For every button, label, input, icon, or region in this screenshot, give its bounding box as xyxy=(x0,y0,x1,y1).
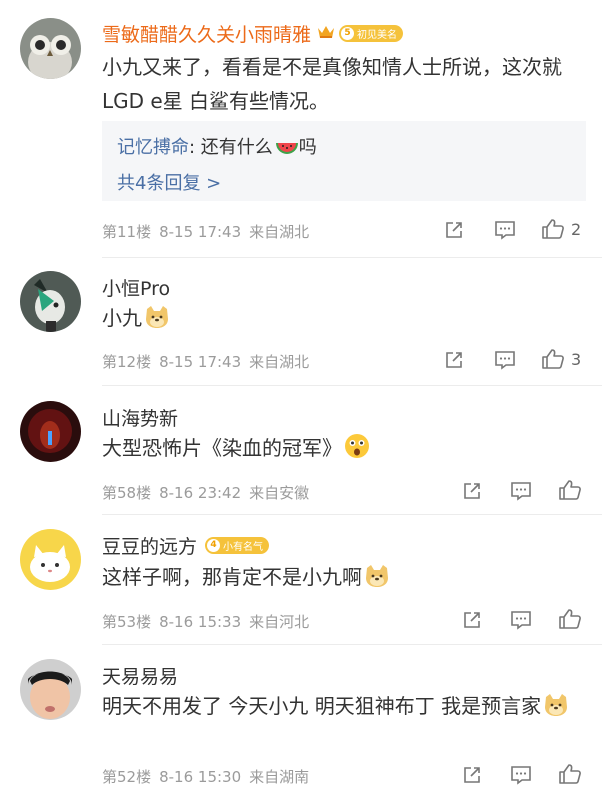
timestamp: 8-15 17:43 xyxy=(159,353,242,371)
avatar[interactable] xyxy=(20,271,81,332)
location: 来自湖南 xyxy=(249,768,310,786)
comment-meta: 第53楼 8-16 15:33 来自河北 xyxy=(102,611,317,632)
doge-emoji xyxy=(543,693,569,727)
timestamp: 8-16 15:33 xyxy=(159,613,242,631)
comment-item: 豆豆的远方 4 小有名气 这样子啊，那肯定不是小九啊 第53楼 8-16 15:3… xyxy=(0,515,602,645)
like-icon xyxy=(559,764,581,784)
timestamp: 8-15 17:43 xyxy=(159,223,242,241)
comment-text: 明天不用发了 今天小九 明天狙神布丁 我是预言家 xyxy=(102,689,580,727)
avatar[interactable] xyxy=(20,18,81,79)
like-count: 3 xyxy=(571,349,582,369)
floor-number: 第58楼 xyxy=(102,484,152,502)
comment-item: 天易易易 明天不用发了 今天小九 明天狙神布丁 我是预言家 第52楼 8-16 1… xyxy=(0,645,602,794)
username[interactable]: 小恒Pro xyxy=(102,274,170,301)
share-button[interactable] xyxy=(462,610,482,630)
comment-item: 山海势新 大型恐怖片《染血的冠军》 第58楼 8-16 23:42 来自安徽 xyxy=(0,386,602,515)
comment-meta: 第58楼 8-16 23:42 来自安徽 xyxy=(102,482,317,503)
floor-number: 第12楼 xyxy=(102,353,152,371)
fan-badge: 4 小有名气 xyxy=(205,537,270,554)
fan-badge: 5 初见美名 xyxy=(339,25,404,42)
timestamp: 8-16 23:42 xyxy=(159,484,242,502)
comment-text: 大型恐怖片《染血的冠军》 xyxy=(102,431,580,469)
like-button[interactable] xyxy=(558,479,582,501)
comment-meta: 第12楼 8-15 17:43 来自湖北 xyxy=(102,351,317,372)
location: 来自湖北 xyxy=(249,223,310,241)
comment-item: 雪敏醋醋久久关小雨晴雅 5 初见美名 小九又来了，看看是不是真像知情人士所说，这… xyxy=(0,0,602,258)
like-button[interactable]: 3 xyxy=(541,348,581,370)
comment-button[interactable] xyxy=(510,610,532,630)
avatar[interactable] xyxy=(20,529,81,590)
username[interactable]: 雪敏醋醋久久关小雨晴雅 xyxy=(102,20,311,47)
location: 来自河北 xyxy=(249,613,310,631)
share-icon xyxy=(464,612,480,628)
share-icon xyxy=(464,767,480,783)
floor-number: 第52楼 xyxy=(102,768,152,786)
avatar[interactable] xyxy=(20,659,81,720)
share-button[interactable] xyxy=(462,765,482,785)
location: 来自湖北 xyxy=(249,353,310,371)
like-button[interactable]: 2 xyxy=(541,218,581,240)
comment-icon xyxy=(495,351,515,370)
comment-text: 小九 xyxy=(102,301,580,339)
doge-emoji xyxy=(364,564,390,598)
shocked-emoji xyxy=(344,433,370,469)
location: 来自安徽 xyxy=(249,484,310,502)
floor-number: 第53楼 xyxy=(102,613,152,631)
comment-button[interactable] xyxy=(494,350,516,370)
view-replies-link[interactable]: 共4条回复 > xyxy=(117,169,221,195)
avatar[interactable] xyxy=(20,401,81,462)
comment-item: 小恒Pro 小九 第12楼 8-15 17:43 来自湖北 3 xyxy=(0,258,602,386)
comment-button[interactable] xyxy=(494,220,516,240)
timestamp: 8-16 15:30 xyxy=(159,768,242,786)
comment-meta: 第11楼 8-15 17:43 来自湖北 xyxy=(102,221,317,242)
comment-button[interactable] xyxy=(510,765,532,785)
share-button[interactable] xyxy=(462,481,482,501)
like-button[interactable] xyxy=(558,608,582,630)
comment-icon xyxy=(511,611,531,630)
username[interactable]: 山海势新 xyxy=(102,404,178,431)
like-icon xyxy=(559,609,581,629)
username[interactable]: 天易易易 xyxy=(102,662,178,689)
comment-meta: 第52楼 8-16 15:30 来自湖南 xyxy=(102,766,317,787)
reply-username[interactable]: 记忆搏命 xyxy=(117,137,189,158)
like-count: 2 xyxy=(571,219,582,239)
floor-number: 第11楼 xyxy=(102,223,152,241)
comment-icon xyxy=(511,482,531,501)
crown-icon xyxy=(317,24,335,44)
comment-text: 小九又来了，看看是不是真像知情人士所说，这次就LGD e星 白鲨有些情况。 xyxy=(102,55,562,113)
like-icon xyxy=(542,349,564,369)
share-icon xyxy=(464,483,480,499)
like-button[interactable] xyxy=(558,763,582,785)
reply-box[interactable]: 记忆搏命: 还有什么吗 共4条回复 > xyxy=(102,121,586,201)
doge-emoji xyxy=(144,305,170,339)
comment-icon xyxy=(511,766,531,785)
like-icon xyxy=(542,219,564,239)
comment-button[interactable] xyxy=(510,481,532,501)
comment-icon xyxy=(495,221,515,240)
comment-text: 这样子啊，那肯定不是小九啊 xyxy=(102,560,580,598)
username[interactable]: 豆豆的远方 xyxy=(102,532,197,559)
share-icon xyxy=(446,352,462,368)
share-icon xyxy=(446,222,462,238)
share-button[interactable] xyxy=(444,350,464,370)
reply-line: 记忆搏命: 还有什么吗 xyxy=(117,133,317,162)
watermelon-emoji xyxy=(275,137,299,162)
share-button[interactable] xyxy=(444,220,464,240)
like-icon xyxy=(559,480,581,500)
